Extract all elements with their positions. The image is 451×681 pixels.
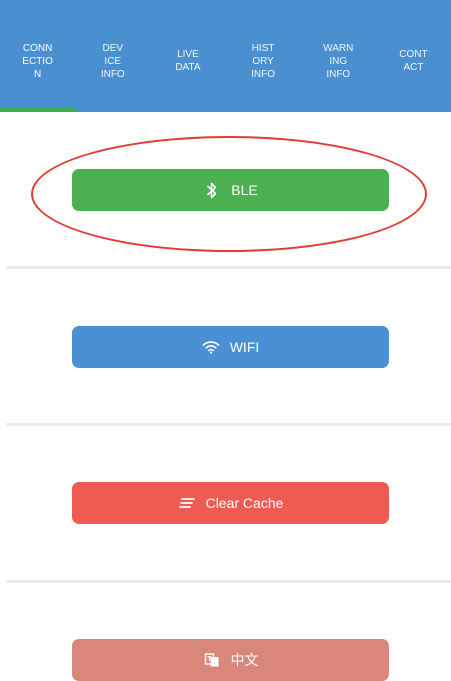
- tab-contact[interactable]: CONT ACT: [376, 0, 451, 112]
- language-button-label: 中文: [230, 652, 259, 668]
- tab-live-data[interactable]: LIVE DATA: [150, 0, 225, 112]
- tab-label: LIVE DATA: [175, 49, 201, 73]
- ble-button[interactable]: BLE: [72, 169, 389, 211]
- wifi-icon: [202, 338, 220, 356]
- clear-cache-button-label: Clear Cache: [205, 495, 284, 511]
- clear-cache-button[interactable]: Clear Cache: [72, 482, 389, 524]
- tab-device-info[interactable]: DEV ICE INFO: [75, 0, 150, 112]
- tab-history-info[interactable]: HIST ORY INFO: [226, 0, 301, 112]
- divider: [6, 266, 451, 269]
- tab-connection[interactable]: CONN ECTIO N: [0, 0, 76, 112]
- divider: [6, 580, 451, 583]
- ble-button-label: BLE: [231, 182, 258, 198]
- clear-list-icon: [178, 494, 196, 512]
- active-tab-indicator: [0, 108, 76, 112]
- tab-label: CONN ECTIO N: [22, 42, 53, 80]
- tab-label: WARN ING INFO: [323, 42, 354, 80]
- translate-icon: [203, 651, 221, 669]
- wifi-button-label: WIFI: [229, 339, 260, 355]
- tab-label: CONT ACT: [399, 49, 428, 73]
- tab-label: HIST ORY INFO: [251, 42, 276, 80]
- bluetooth-icon: [203, 181, 221, 199]
- tab-warning-info[interactable]: WARN ING INFO: [301, 0, 376, 112]
- language-button[interactable]: 中文: [72, 639, 389, 681]
- divider: [6, 423, 451, 426]
- tab-bar: CONN ECTIO N DEV ICE INFO LIVE DATA HIST…: [0, 0, 451, 112]
- wifi-button[interactable]: WIFI: [72, 326, 389, 368]
- tab-label: DEV ICE INFO: [100, 42, 125, 80]
